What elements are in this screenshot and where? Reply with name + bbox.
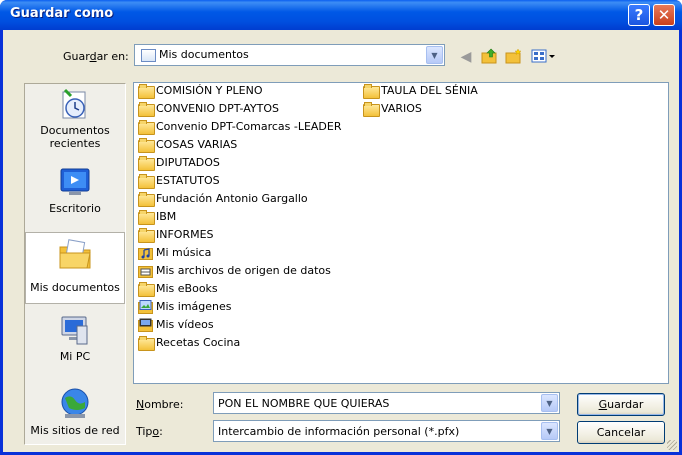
list-item[interactable]: Mis vídeos [138,315,214,333]
place-label: Mis documentos [30,281,120,294]
my-documents-small-icon [141,48,156,62]
resize-grip[interactable] [667,440,677,450]
file-name-input[interactable]: PON EL NOMBRE QUE QUIERAS ▼ [213,392,560,414]
list-item[interactable]: DIPUTADOS [138,153,220,171]
recent-documents-icon [57,86,93,122]
my-documents-icon [57,237,93,273]
list-item[interactable]: COMISIÓN Y PLENO [138,81,263,99]
list-item[interactable]: IBM [138,207,176,225]
folder-icon [138,119,155,135]
my-computer-icon [57,312,93,348]
new-folder-icon[interactable] [504,48,524,66]
file-type-value: Intercambio de información personal (*.p… [218,425,460,438]
videos-folder-icon [138,318,154,332]
place-recent-documents[interactable]: Documentos recientes [25,86,125,158]
close-button[interactable]: ✕ [653,4,675,26]
list-item[interactable]: Mis imágenes [138,297,232,315]
list-item[interactable]: Convenio DPT-Comarcas -LEADER [138,117,342,135]
desktop-icon [57,164,93,200]
save-in-label: Guardar en: [63,50,129,63]
folder-icon [138,83,155,99]
back-icon[interactable]: ◀ [456,48,476,66]
chevron-down-icon[interactable]: ▼ [541,422,558,440]
list-item[interactable]: Recetas Cocina [138,333,240,351]
list-item[interactable]: Fundación Antonio Gargallo [138,189,308,207]
up-folder-icon[interactable] [480,48,500,66]
chevron-down-icon[interactable]: ▼ [426,46,443,64]
folder-icon [138,155,155,171]
folder-icon [138,173,155,189]
folder-icon [138,101,155,117]
help-button[interactable]: ? [628,4,650,26]
folder-icon [138,281,155,297]
place-label: Mis sitios de red [30,424,120,437]
place-desktop[interactable]: Escritorio [25,164,125,216]
list-item[interactable]: TAULA DEL SÉNIA [363,81,478,99]
music-folder-icon [138,246,154,260]
list-item[interactable]: COSAS VARIAS [138,135,237,153]
list-item[interactable]: CONVENIO DPT-AYTOS [138,99,279,117]
file-name-value: PON EL NOMBRE QUE QUIERAS [218,397,390,410]
place-label: Mi PC [59,350,91,363]
folder-icon [363,101,380,117]
folder-icon [138,137,155,153]
place-label: Escritorio [49,202,101,215]
cancel-button[interactable]: Cancelar [577,421,665,444]
list-item[interactable]: ESTATUTOS [138,171,220,189]
save-in-combo[interactable]: Mis documentos ▼ [134,44,445,66]
window-title: Guardar como [10,6,114,21]
folder-icon [138,209,155,225]
folder-icon [363,83,380,99]
list-item[interactable]: Mis eBooks [138,279,218,297]
place-my-computer[interactable]: Mi PC [25,312,125,364]
place-label: Documentos recientes [40,124,110,150]
file-type-select[interactable]: Intercambio de información personal (*.p… [213,420,560,442]
file-list[interactable]: COMISIÓN Y PLENO CONVENIO DPT-AYTOS Conv… [133,82,669,384]
data-sources-folder-icon [138,264,154,278]
pictures-folder-icon [138,299,154,314]
place-network[interactable]: Mis sitios de red [25,386,125,444]
save-in-value: Mis documentos [159,48,249,61]
chevron-down-icon[interactable]: ▼ [541,394,558,412]
network-places-icon [57,386,93,422]
save-as-dialog: Guardar como ? ✕ Guardar en: Mis documen… [0,0,682,455]
views-menu-icon[interactable] [530,48,558,66]
folder-icon [138,227,155,243]
place-my-documents[interactable]: Mis documentos [25,232,125,304]
save-button[interactable]: Guardar [577,393,665,416]
file-type-label: Tipo: [136,425,163,438]
folder-icon [138,335,155,351]
list-item[interactable]: Mis archivos de origen de datos [138,261,331,279]
list-item[interactable]: Mi música [138,243,211,261]
file-name-label: Nombre: [136,398,184,411]
title-bar[interactable]: Guardar como ? ✕ [0,0,682,30]
list-item[interactable]: INFORMES [138,225,214,243]
places-bar: Documentos recientes Escritorio Mis docu… [24,83,126,445]
folder-icon [138,191,155,207]
list-item[interactable]: VARIOS [363,99,422,117]
